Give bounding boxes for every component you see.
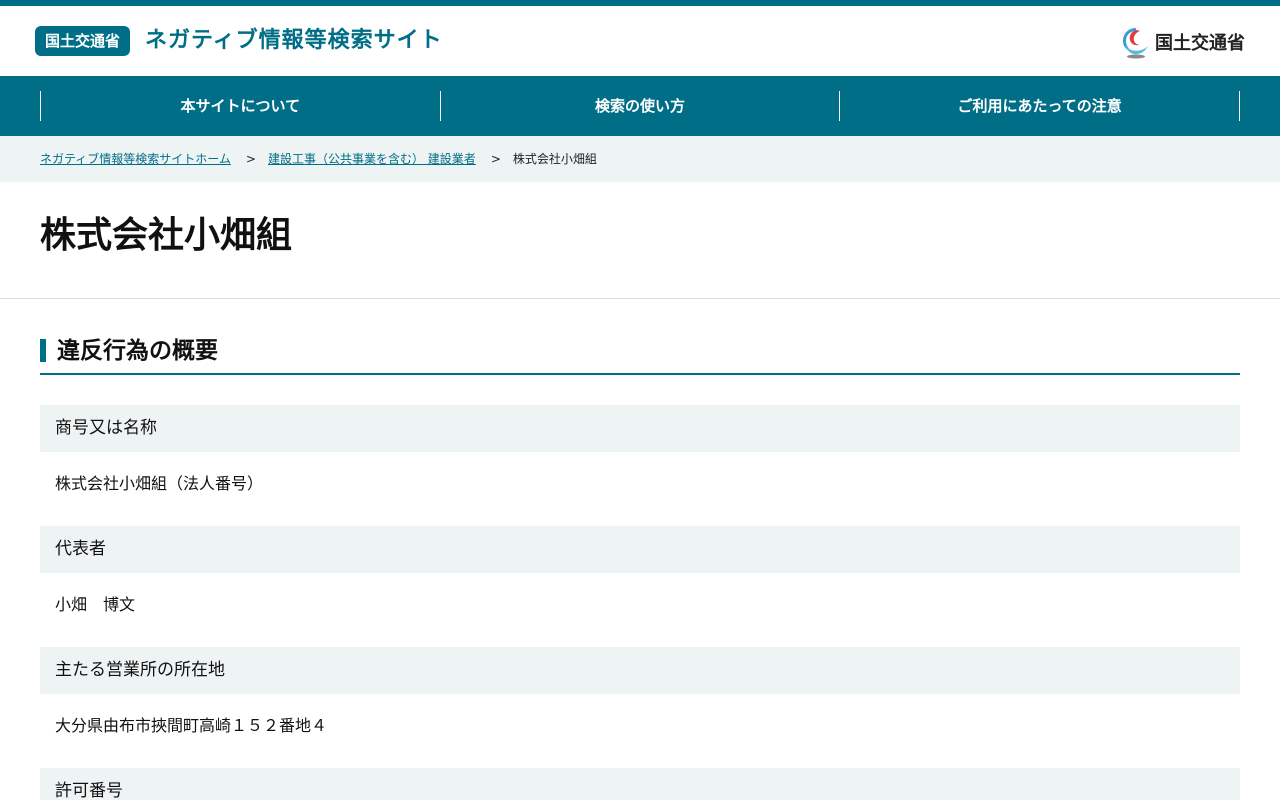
breadcrumb-category-link[interactable]: 建設工事（公共事業を含む） 建設業者 [268,151,476,167]
mlit-emblem-icon [1123,28,1148,59]
breadcrumb: ネガティブ情報等検索サイトホーム > 建設工事（公共事業を含む） 建設業者 > … [40,151,597,167]
detail-term-main-office-address: 主たる営業所の所在地 [40,647,1240,694]
detail-value-main-office-address: 大分県由布市挾間町高崎１５２番地４ [55,716,328,735]
nav-item-about[interactable]: 本サイトについて [41,91,441,121]
breadcrumb-bar: ネガティブ情報等検索サイトホーム > 建設工事（公共事業を含む） 建設業者 > … [0,136,1280,182]
title-divider [0,298,1280,299]
detail-value-company-name: 株式会社小畑組（法人番号） [55,474,264,493]
mlit-logo-text: 国土交通省 [1155,33,1245,54]
detail-term-representative: 代表者 [40,526,1240,573]
nav-item-how-to-search[interactable]: 検索の使い方 [441,91,841,121]
detail-term-license-number: 許可番号 [40,768,1240,800]
mlit-logo[interactable]: 国土交通省 [1121,24,1245,60]
ministry-badge[interactable]: 国土交通省 [35,26,131,56]
section-heading: 違反行為の概要 [40,337,1240,375]
global-nav: 本サイトについて 検索の使い方 ご利用にあたっての注意 [0,76,1280,136]
breadcrumb-separator: > [490,152,501,166]
site-title[interactable]: ネガティブ情報等検索サイト [145,25,443,57]
breadcrumb-separator: > [245,152,256,166]
site-header: 国土交通省 ネガティブ情報等検索サイト 国土交通省 [0,6,1280,76]
section-heading-bar [40,339,46,362]
breadcrumb-home-link[interactable]: ネガティブ情報等検索サイトホーム [40,151,231,167]
nav-item-usage-notes[interactable]: ご利用にあたっての注意 [840,91,1241,121]
breadcrumb-current: 株式会社小畑組 [512,152,597,166]
detail-term-company-name: 商号又は名称 [40,405,1240,452]
detail-value-representative: 小畑 博文 [55,595,136,614]
section-title: 違反行為の概要 [57,338,218,364]
page-title: 株式会社小畑組 [40,215,293,256]
